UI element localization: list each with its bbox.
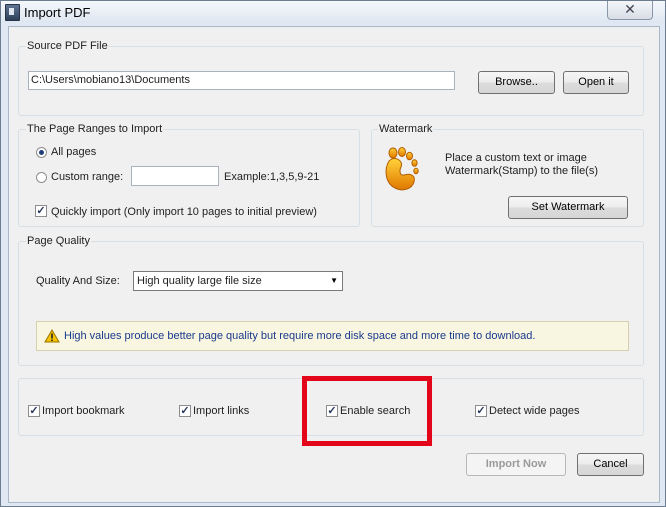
all-pages-label: All pages — [51, 146, 97, 158]
detect-wide-pages-label: Detect wide pages — [489, 405, 580, 417]
watermark-label: Watermark — [378, 123, 434, 135]
title-bar[interactable]: Import PDF ✕ — [1, 1, 665, 23]
import-pdf-dialog: Import PDF ✕ Source PDF File C:\Users\mo… — [0, 0, 666, 507]
cancel-button[interactable]: Cancel — [577, 453, 644, 476]
import-links-checkbox[interactable]: ✓ — [179, 405, 191, 417]
enable-search-label: Enable search — [340, 405, 411, 417]
source-path-input[interactable]: C:\Users\mobiano13\Documents — [28, 71, 455, 90]
watermark-desc-line2: Watermark(Stamp) to the file(s) — [445, 165, 599, 177]
quick-import-label: Quickly import (Only import 10 pages to … — [51, 206, 317, 218]
quality-warning-text: High values produce better page quality … — [64, 330, 536, 342]
custom-range-radio[interactable] — [36, 172, 47, 183]
detect-wide-pages-checkbox[interactable]: ✓ — [475, 405, 487, 417]
enable-search-checkbox[interactable]: ✓ — [326, 405, 338, 417]
quality-select[interactable]: High quality large file size ▼ — [133, 271, 343, 291]
watermark-desc-line1: Place a custom text or image — [445, 152, 587, 164]
quick-import-checkbox[interactable]: ✓ — [35, 205, 47, 217]
close-button[interactable]: ✕ — [607, 1, 653, 20]
dialog-body: Source PDF File C:\Users\mobiano13\Docum… — [8, 26, 660, 503]
source-pdf-label: Source PDF File — [26, 40, 109, 52]
custom-range-example: Example:1,3,5,9-21 — [224, 171, 320, 183]
import-bookmark-checkbox[interactable]: ✓ — [28, 405, 40, 417]
all-pages-radio[interactable] — [36, 147, 47, 158]
dropdown-arrow-icon: ▼ — [330, 276, 338, 285]
custom-range-input[interactable] — [131, 166, 219, 186]
page-quality-label: Page Quality — [26, 235, 91, 247]
import-bookmark-label: Import bookmark — [42, 405, 125, 417]
browse-button[interactable]: Browse.. — [478, 71, 555, 94]
quality-selected-value: High quality large file size — [137, 275, 262, 287]
quality-size-label: Quality And Size: — [36, 275, 120, 287]
custom-range-label: Custom range: — [51, 171, 124, 183]
import-links-label: Import links — [193, 405, 250, 417]
set-watermark-button[interactable]: Set Watermark — [508, 196, 628, 219]
app-icon — [5, 4, 20, 21]
window-title: Import PDF — [24, 5, 91, 20]
page-ranges-label: The Page Ranges to Import — [26, 123, 164, 135]
open-it-button[interactable]: Open it — [563, 71, 629, 94]
quality-warning-bar: High values produce better page quality … — [36, 321, 629, 351]
warning-triangle-icon — [44, 329, 60, 343]
footprint-icon — [381, 145, 421, 193]
import-now-button[interactable]: Import Now — [466, 453, 566, 476]
